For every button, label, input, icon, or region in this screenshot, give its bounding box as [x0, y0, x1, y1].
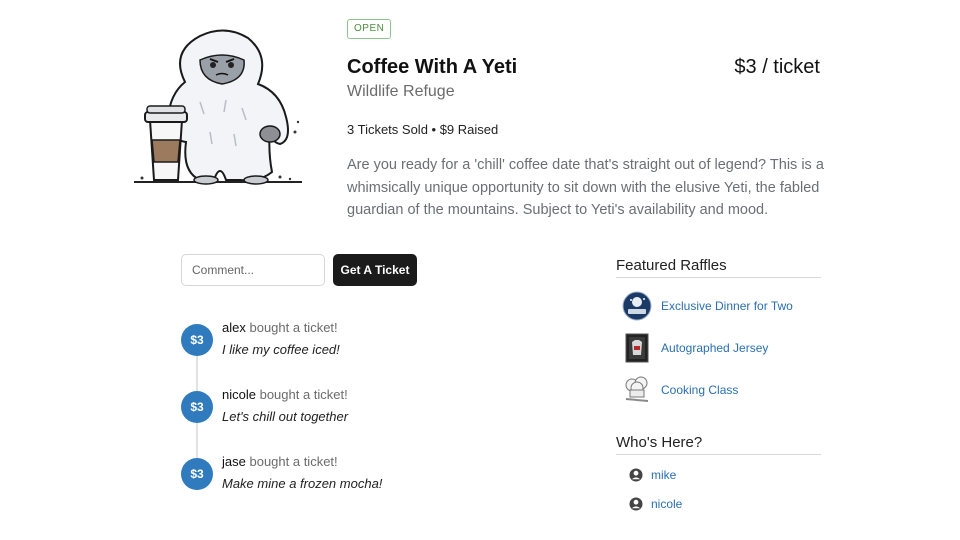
activity-action: bought a ticket! [249, 454, 338, 469]
raffle-description: Are you ready for a 'chill' coffee date … [347, 157, 824, 218]
user-icon [629, 497, 643, 511]
raffle-title: Coffee With A Yeti [347, 56, 518, 78]
user-icon [629, 468, 643, 482]
divider [616, 454, 821, 455]
featured-raffle-label[interactable]: Cooking Class [661, 383, 738, 397]
activity-user: nicole [222, 387, 256, 402]
comment-input[interactable] [181, 254, 325, 286]
user-name[interactable]: nicole [651, 497, 682, 511]
ticket-price: $3 / ticket [734, 56, 820, 78]
amount-badge: $3 [181, 458, 213, 490]
yeti-illustration [130, 22, 310, 188]
activity-comment: Make mine a frozen mocha! [222, 476, 383, 491]
activity-action: bought a ticket! [259, 387, 348, 402]
divider [616, 277, 821, 278]
amount-badge: $3 [181, 324, 213, 356]
activity-user: jase [222, 454, 246, 469]
activity-text: jase bought a ticket! [222, 454, 338, 469]
featured-raffle-cooking[interactable]: Cooking Class [622, 375, 822, 405]
activity-action: bought a ticket! [249, 320, 338, 335]
present-user[interactable]: nicole [629, 495, 749, 513]
raffle-subtitle: Wildlife Refuge [347, 83, 455, 100]
featured-raffle-label[interactable]: Autographed Jersey [661, 341, 768, 355]
activity-text: nicole bought a ticket! [222, 387, 348, 402]
jersey-thumbnail-icon [622, 333, 652, 363]
activity-user: alex [222, 320, 246, 335]
featured-raffle-label[interactable]: Exclusive Dinner for Two [661, 299, 793, 313]
chef-hat-thumbnail-icon [622, 375, 652, 405]
activity-item: $3 alex bought a ticket! I like my coffe… [181, 320, 521, 370]
status-badge: OPEN [347, 19, 392, 39]
raffle-stats: 3 Tickets Sold • $9 Raised [347, 122, 499, 137]
featured-raffle-jersey[interactable]: Autographed Jersey [622, 333, 822, 363]
activity-item: $3 jase bought a ticket! Make mine a fro… [181, 454, 521, 504]
featured-raffle-dinner[interactable]: Exclusive Dinner for Two [622, 291, 822, 321]
amount-badge: $3 [181, 391, 213, 423]
activity-comment: I like my coffee iced! [222, 342, 340, 357]
dinner-thumbnail-icon [622, 291, 652, 321]
user-name[interactable]: mike [651, 468, 676, 482]
present-user[interactable]: mike [629, 466, 749, 484]
whos-here-heading: Who's Here? [616, 434, 703, 451]
activity-comment: Let's chill out together [222, 409, 349, 424]
featured-raffles-heading: Featured Raffles [616, 257, 727, 274]
get-ticket-button[interactable]: Get A Ticket [333, 254, 417, 286]
activity-text: alex bought a ticket! [222, 320, 338, 335]
activity-item: $3 nicole bought a ticket! Let's chill o… [181, 387, 521, 437]
